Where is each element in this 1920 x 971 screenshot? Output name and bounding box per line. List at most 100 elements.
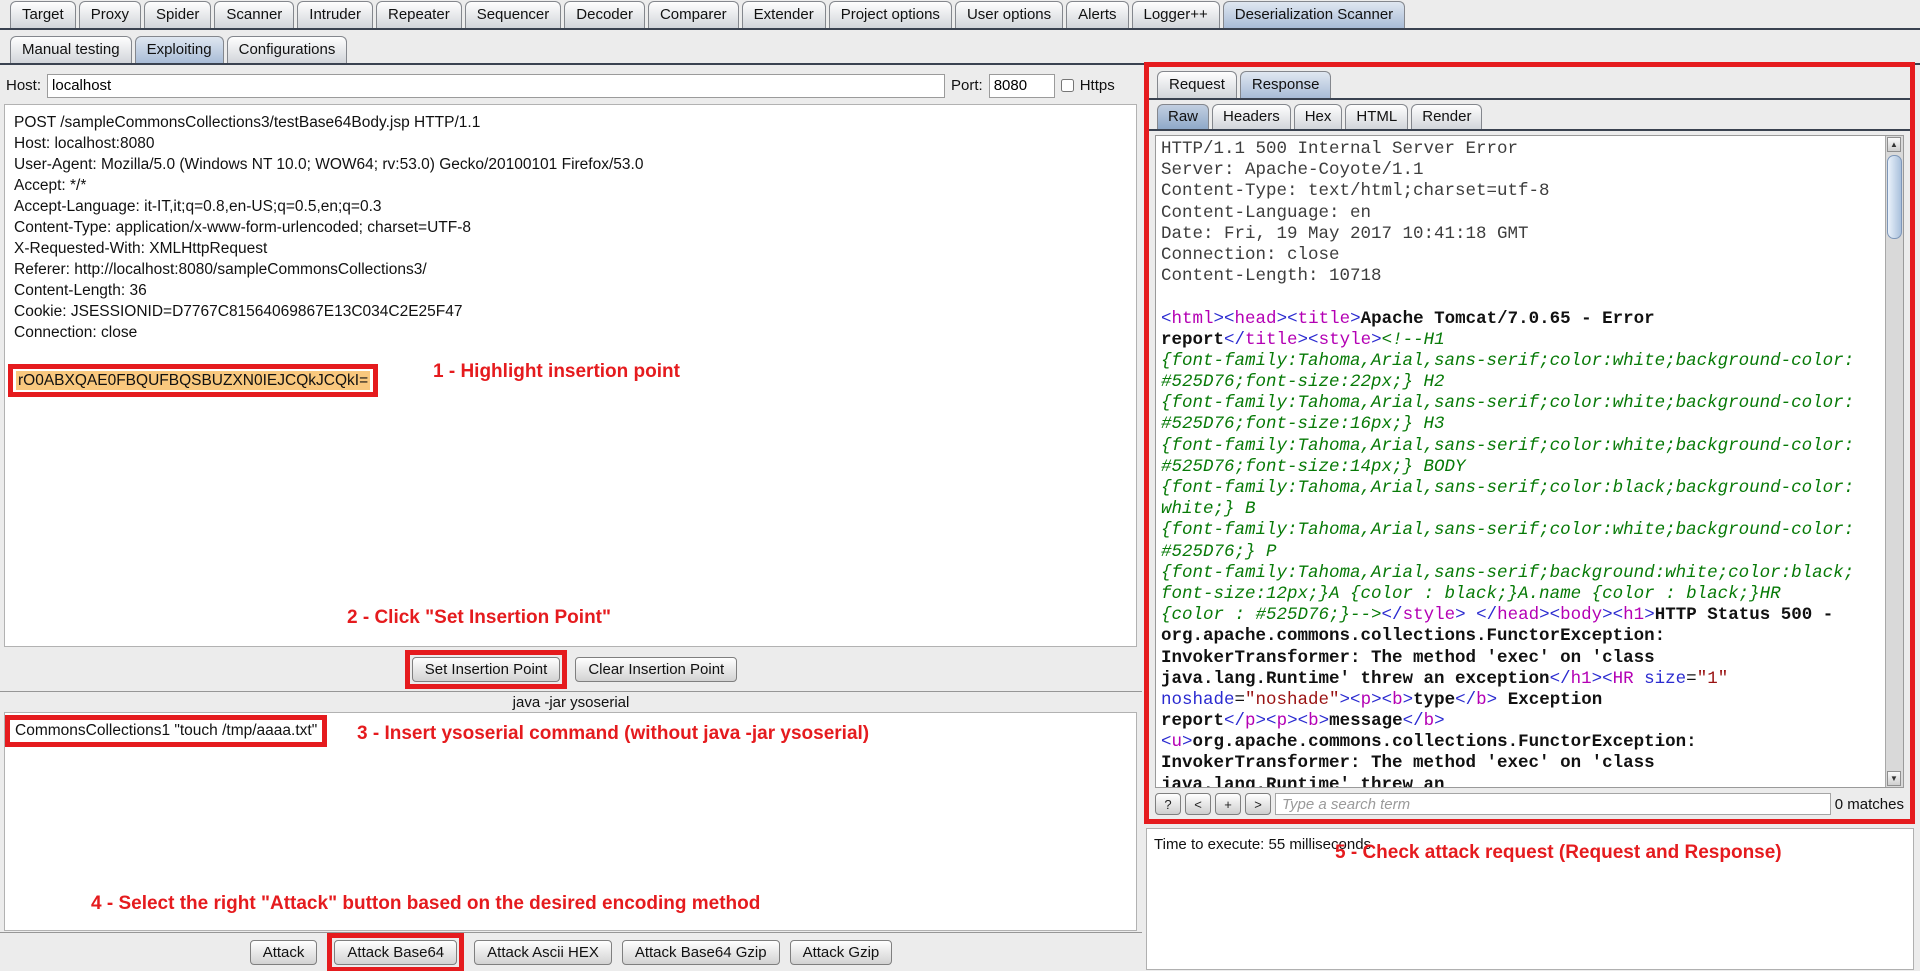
request-editor[interactable]: POST /sampleCommonsCollections3/testBase…	[4, 104, 1137, 647]
host-row: Host: Port: Https	[0, 68, 1142, 103]
response-line: #525D76;font-size:16px;} H3	[1161, 414, 1883, 435]
response-line: noshade="noshade"><p><b>type</b> Excepti…	[1161, 690, 1883, 711]
main-tab-repeater[interactable]: Repeater	[376, 1, 462, 28]
response-line: {font-family:Tahoma,Arial,sans-serif;col…	[1161, 393, 1883, 414]
main-tab-deserialization-scanner[interactable]: Deserialization Scanner	[1223, 1, 1405, 28]
main-tab-alerts[interactable]: Alerts	[1066, 1, 1128, 28]
main-tab-spider[interactable]: Spider	[144, 1, 211, 28]
clear-insertion-point-button[interactable]: Clear Insertion Point	[575, 657, 737, 682]
main-tab-user-options[interactable]: User options	[955, 1, 1063, 28]
response-line: Content-Length: 10718	[1161, 266, 1883, 287]
response-line: #525D76;font-size:14px;} BODY	[1161, 457, 1883, 478]
view-tab-hex[interactable]: Hex	[1294, 104, 1343, 129]
burp-window: TargetProxySpiderScannerIntruderRepeater…	[0, 0, 1920, 971]
main-tab-scanner[interactable]: Scanner	[214, 1, 294, 28]
sub-tab-bar: Manual testingExploitingConfigurations	[0, 32, 1920, 65]
search-input[interactable]	[1275, 793, 1831, 815]
https-label: Https	[1080, 77, 1115, 94]
https-checkbox[interactable]	[1061, 79, 1074, 92]
response-line: InvokerTransformer: The method 'exec' on…	[1161, 753, 1883, 774]
main-tab-comparer[interactable]: Comparer	[648, 1, 739, 28]
port-input[interactable]	[989, 74, 1055, 98]
result-footer: Time to execute: 55 milliseconds 5 - Che…	[1146, 828, 1914, 970]
request-line: Content-Length: 36	[14, 280, 1136, 301]
sub-tab-exploiting[interactable]: Exploiting	[135, 36, 224, 63]
scroll-down-arrow-icon[interactable]: ▼	[1887, 771, 1901, 786]
sub-tab-configurations[interactable]: Configurations	[227, 36, 348, 63]
main-tab-target[interactable]: Target	[10, 1, 76, 28]
request-line: Accept-Language: it-IT,it;q=0.8,en-US;q=…	[14, 196, 1136, 217]
response-line: {font-family:Tahoma,Arial,sans-serif;col…	[1161, 351, 1883, 372]
attack-gzip-button[interactable]: Attack Gzip	[790, 940, 893, 965]
ysoserial-command-text[interactable]: CommonsCollections1 "touch /tmp/aaaa.txt…	[15, 722, 317, 739]
main-tab-sequencer[interactable]: Sequencer	[465, 1, 562, 28]
response-line: #525D76;} P	[1161, 542, 1883, 563]
attack-base64-red-box: Attack Base64	[327, 933, 464, 971]
insertion-buttons-row: Set Insertion Point Clear Insertion Poin…	[0, 648, 1142, 692]
sub-tab-manual-testing[interactable]: Manual testing	[10, 36, 132, 63]
insertion-point-red-box: rO0ABXQAE0FBQUFBQSBUZXN0IEJCQkJCQkI=	[8, 364, 378, 397]
insertion-point-highlight[interactable]: rO0ABXQAE0FBQUFBQSBUZXN0IEJCQkJCQkI=	[16, 371, 370, 390]
scroll-up-arrow-icon[interactable]: ▲	[1887, 137, 1901, 152]
search-add-button[interactable]: +	[1215, 793, 1241, 815]
main-tab-bar: TargetProxySpiderScannerIntruderRepeater…	[0, 0, 1920, 30]
response-viewer[interactable]: HTTP/1.1 500 Internal Server ErrorServer…	[1155, 135, 1904, 788]
main-tab-logger[interactable]: Logger++	[1132, 1, 1220, 28]
main-tab-proxy[interactable]: Proxy	[79, 1, 141, 28]
scrollbar-thumb[interactable]	[1887, 155, 1902, 239]
request-line: POST /sampleCommonsCollections3/testBase…	[14, 112, 1136, 133]
response-annotation-frame: RequestResponse RawHeadersHexHTMLRender …	[1144, 62, 1915, 824]
response-line: white;} B	[1161, 499, 1883, 520]
host-input[interactable]	[47, 74, 945, 98]
response-line: <html><head><title>Apache Tomcat/7.0.65 …	[1161, 309, 1883, 330]
search-prev-button[interactable]: <	[1185, 793, 1211, 815]
attack-button[interactable]: Attack	[250, 940, 318, 965]
annotation-3: 3 - Insert ysoserial command (without ja…	[357, 723, 869, 745]
response-line: report</p><p><b>message</b>	[1161, 711, 1883, 732]
main-tab-intruder[interactable]: Intruder	[297, 1, 373, 28]
response-line: Content-Language: en	[1161, 203, 1883, 224]
set-insertion-point-button[interactable]: Set Insertion Point	[412, 657, 561, 682]
request-line: Connection: close	[14, 322, 1136, 343]
annotation-4: 4 - Select the right "Attack" button bas…	[91, 893, 760, 915]
host-label: Host:	[6, 77, 41, 94]
command-red-box: CommonsCollections1 "touch /tmp/aaaa.txt…	[5, 715, 327, 747]
response-line: java.lang.Runtime' threw an	[1161, 775, 1883, 788]
view-tab-render[interactable]: Render	[1411, 104, 1482, 129]
request-line: Referer: http://localhost:8080/sampleCom…	[14, 259, 1136, 280]
response-line: <u>org.apache.commons.collections.Functo…	[1161, 732, 1883, 753]
request-headers-text: POST /sampleCommonsCollections3/testBase…	[14, 112, 1136, 343]
response-line: #525D76;font-size:22px;} H2	[1161, 372, 1883, 393]
annotation-2: 2 - Click "Set Insertion Point"	[347, 607, 611, 628]
message-tab-response[interactable]: Response	[1240, 71, 1332, 98]
ysoserial-label: java -jar ysoserial	[0, 694, 1142, 711]
response-line	[1161, 287, 1883, 308]
main-tab-extender[interactable]: Extender	[742, 1, 826, 28]
response-scrollbar[interactable]: ▲ ▼	[1885, 136, 1903, 787]
main-tab-decoder[interactable]: Decoder	[564, 1, 645, 28]
search-buttons: ?<+>	[1155, 793, 1271, 815]
annotation-5: 5 - Check attack request (Request and Re…	[1335, 842, 1782, 864]
response-line: org.apache.commons.collections.FunctorEx…	[1161, 626, 1883, 647]
attack-base64-button[interactable]: Attack Base64	[334, 940, 457, 965]
message-tab-request[interactable]: Request	[1157, 71, 1237, 98]
view-tab-headers[interactable]: Headers	[1212, 104, 1291, 129]
response-line: report</title><style><!--H1	[1161, 330, 1883, 351]
attack-base64-gzip-button[interactable]: Attack Base64 Gzip	[622, 940, 780, 965]
view-tab-html[interactable]: HTML	[1345, 104, 1408, 129]
main-tab-project-options[interactable]: Project options	[829, 1, 952, 28]
request-line: Content-Type: application/x-www-form-url…	[14, 217, 1136, 238]
attack-ascii-hex-button[interactable]: Attack Ascii HEX	[474, 940, 612, 965]
view-tab-raw[interactable]: Raw	[1157, 104, 1209, 129]
set-insertion-red-box: Set Insertion Point	[405, 650, 568, 689]
search-help-button[interactable]: ?	[1155, 793, 1181, 815]
response-line: HTTP/1.1 500 Internal Server Error	[1161, 139, 1883, 160]
message-tab-bar: RequestResponse	[1149, 67, 1910, 100]
response-text: HTTP/1.1 500 Internal Server ErrorServer…	[1161, 139, 1883, 788]
annotation-1: 1 - Highlight insertion point	[433, 361, 680, 382]
search-next-button[interactable]: >	[1245, 793, 1271, 815]
response-line: Server: Apache-Coyote/1.1	[1161, 160, 1883, 181]
response-line: {font-family:Tahoma,Arial,sans-serif;bac…	[1161, 563, 1883, 584]
ysoserial-command-editor[interactable]: CommonsCollections1 "touch /tmp/aaaa.txt…	[4, 712, 1137, 931]
response-line: {font-family:Tahoma,Arial,sans-serif;col…	[1161, 520, 1883, 541]
